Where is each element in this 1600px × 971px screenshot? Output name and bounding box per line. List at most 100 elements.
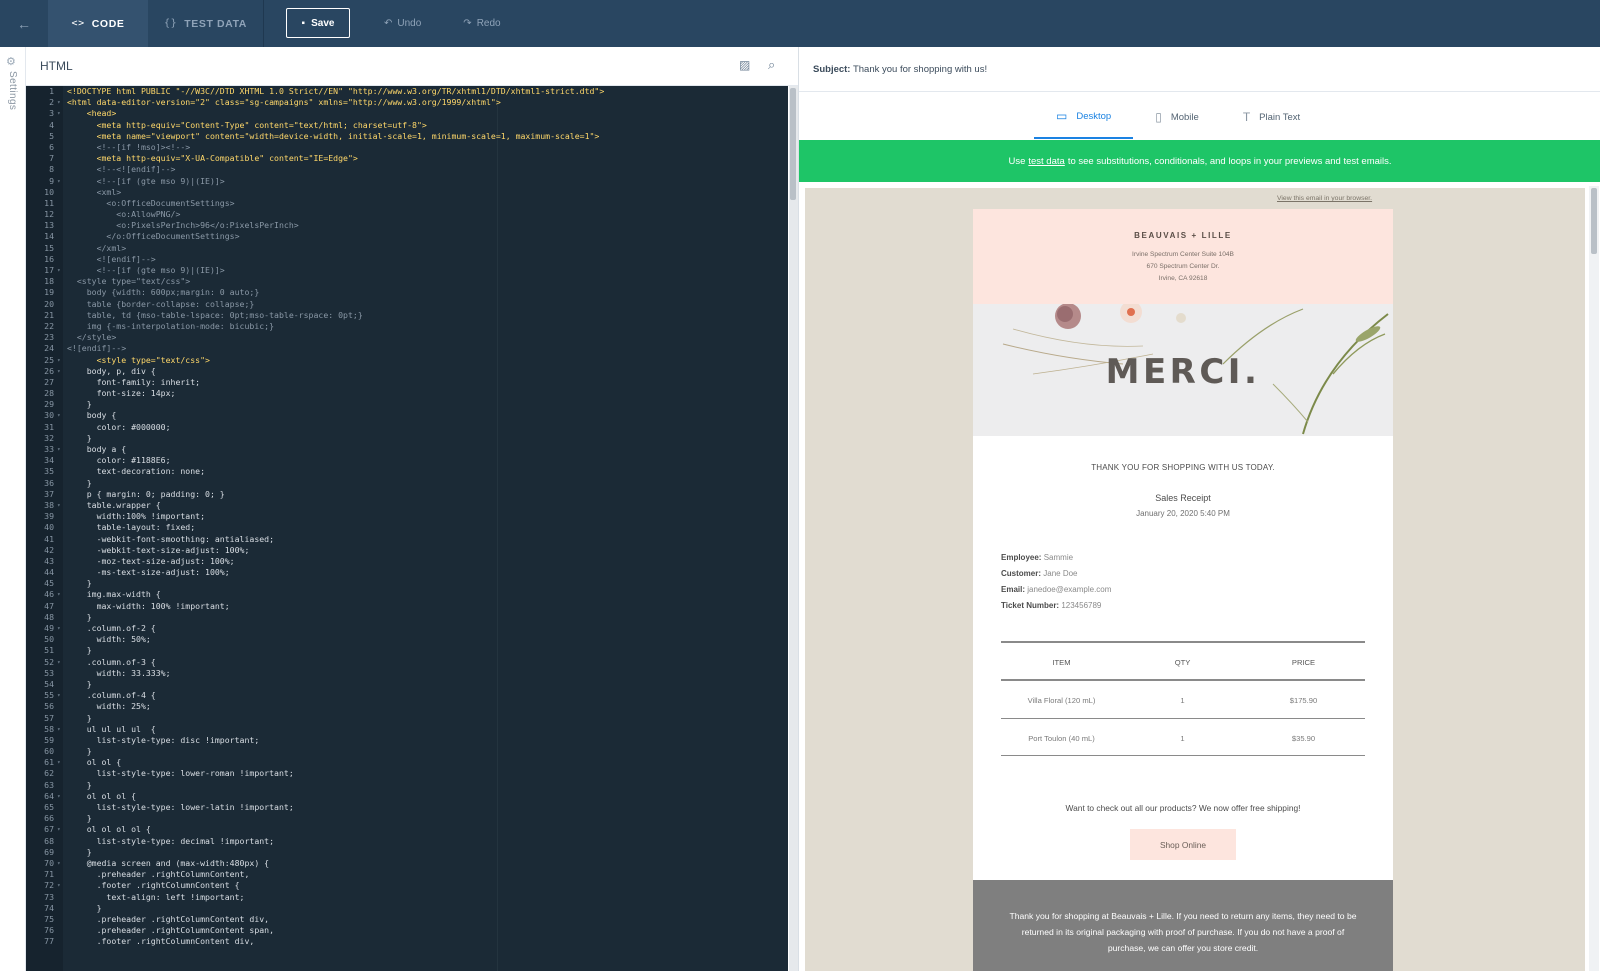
code-line[interactable]: 56 width: 25%; — [26, 701, 788, 712]
code-line[interactable]: 34 color: #1188E6; — [26, 455, 788, 466]
code-line[interactable]: 53 width: 33.333%; — [26, 668, 788, 679]
fold-arrow-icon[interactable]: ▾ — [57, 355, 61, 366]
code-line[interactable]: 15 </xml> — [26, 243, 788, 254]
code-line[interactable]: 42 -webkit-text-size-adjust: 100%; — [26, 545, 788, 556]
search-icon[interactable]: ⌕ — [768, 57, 775, 73]
code-line[interactable]: 22 img {-ms-interpolation-mode: bicubic;… — [26, 321, 788, 332]
code-line[interactable]: 45 } — [26, 578, 788, 589]
code-editor[interactable]: 1 <!DOCTYPE html PUBLIC "-//W3C//DTD XHTM… — [26, 86, 788, 971]
code-line[interactable]: 49 ▾ .column.of-2 { — [26, 623, 788, 634]
fold-arrow-icon[interactable]: ▾ — [57, 824, 61, 835]
code-line[interactable]: 36 } — [26, 478, 788, 489]
code-line[interactable]: 25 ▾ <style type="text/css"> — [26, 355, 788, 366]
code-line[interactable]: 33 ▾ body a { — [26, 444, 788, 455]
fold-arrow-icon[interactable]: ▾ — [57, 757, 61, 768]
code-line[interactable]: 39 width:100% !important; — [26, 511, 788, 522]
code-line[interactable]: 69 } — [26, 847, 788, 858]
code-line[interactable]: 16 <![endif]--> — [26, 254, 788, 265]
settings-rail[interactable]: ⚙ Settings — [0, 47, 26, 971]
code-line[interactable]: 1 <!DOCTYPE html PUBLIC "-//W3C//DTD XHTM… — [26, 86, 788, 97]
code-line[interactable]: 5 <meta name="viewport" content="width=d… — [26, 131, 788, 142]
code-line[interactable]: 21 table, td {mso-table-lspace: 0pt;mso-… — [26, 310, 788, 321]
code-line[interactable]: 67 ▾ ol ol ol ol { — [26, 824, 788, 835]
fold-arrow-icon[interactable]: ▾ — [57, 690, 61, 701]
code-line[interactable]: 52 ▾ .column.of-3 { — [26, 657, 788, 668]
back-button[interactable]: ← — [0, 0, 48, 47]
code-line[interactable]: 74 } — [26, 903, 788, 914]
fold-arrow-icon[interactable]: ▾ — [57, 108, 61, 119]
code-line[interactable]: 70 ▾ @media screen and (max-width:480px) … — [26, 858, 788, 869]
code-line[interactable]: 24 <![endif]--> — [26, 343, 788, 354]
code-line[interactable]: 19 body {width: 600px;margin: 0 auto;} — [26, 287, 788, 298]
code-line[interactable]: 40 table-layout: fixed; — [26, 522, 788, 533]
settings-label[interactable]: Settings — [7, 71, 18, 110]
code-line[interactable]: 30 ▾ body { — [26, 410, 788, 421]
code-line[interactable]: 32 } — [26, 433, 788, 444]
fold-arrow-icon[interactable]: ▾ — [57, 265, 61, 276]
code-line[interactable]: 37 p { margin: 0; padding: 0; } — [26, 489, 788, 500]
test-data-link[interactable]: test data — [1028, 156, 1064, 167]
code-line[interactable]: 77 .footer .rightColumnContent div, — [26, 936, 788, 947]
code-line[interactable]: 57 } — [26, 713, 788, 724]
code-line[interactable]: 18 <style type="text/css"> — [26, 276, 788, 287]
code-line[interactable]: 2 ▾ <html data-editor-version="2" class="s… — [26, 97, 788, 108]
code-line[interactable]: 12 <o:AllowPNG/> — [26, 209, 788, 220]
code-line[interactable]: 60 } — [26, 746, 788, 757]
fold-arrow-icon[interactable]: ▾ — [57, 791, 61, 802]
fold-arrow-icon[interactable]: ▾ — [57, 97, 61, 108]
code-line[interactable]: 35 text-decoration: none; — [26, 466, 788, 477]
code-line[interactable]: 51 } — [26, 645, 788, 656]
code-line[interactable]: 76 .preheader .rightColumnContent span, — [26, 925, 788, 936]
code-line[interactable]: 28 font-size: 14px; — [26, 388, 788, 399]
fold-arrow-icon[interactable]: ▾ — [57, 880, 61, 891]
fold-arrow-icon[interactable]: ▾ — [57, 589, 61, 600]
code-line[interactable]: 50 width: 50%; — [26, 634, 788, 645]
code-line[interactable]: 63 } — [26, 780, 788, 791]
fold-arrow-icon[interactable]: ▾ — [57, 444, 61, 455]
code-line[interactable]: 72 ▾ .footer .rightColumnContent { — [26, 880, 788, 891]
code-line[interactable]: 54 } — [26, 679, 788, 690]
fold-arrow-icon[interactable]: ▾ — [57, 176, 61, 187]
code-line[interactable]: 26 ▾ body, p, div { — [26, 366, 788, 377]
code-line[interactable]: 8 <!--<![endif]--> — [26, 164, 788, 175]
code-line[interactable]: 43 -moz-text-size-adjust: 100%; — [26, 556, 788, 567]
code-line[interactable]: 65 list-style-type: lower-latin !importa… — [26, 802, 788, 813]
code-line[interactable]: 75 .preheader .rightColumnContent div, — [26, 914, 788, 925]
gear-icon[interactable]: ⚙ — [6, 55, 16, 68]
fold-arrow-icon[interactable]: ▾ — [57, 657, 61, 668]
redo-button[interactable]: ↷ Redo — [463, 0, 500, 47]
code-line[interactable]: 47 max-width: 100% !important; — [26, 601, 788, 612]
tab-plain-text[interactable]: T Plain Text — [1221, 95, 1322, 139]
preview-scroll-thumb[interactable] — [1591, 188, 1597, 254]
editor-scrollbar[interactable] — [789, 86, 798, 971]
code-line[interactable]: 62 list-style-type: lower-roman !importa… — [26, 768, 788, 779]
code-line[interactable]: 55 ▾ .column.of-4 { — [26, 690, 788, 701]
code-line[interactable]: 66 } — [26, 813, 788, 824]
editor-scroll-thumb[interactable] — [790, 88, 796, 200]
code-line[interactable]: 6 <!--[if !mso]><!--> — [26, 142, 788, 153]
fold-arrow-icon[interactable]: ▾ — [57, 500, 61, 511]
code-line[interactable]: 27 font-family: inherit; — [26, 377, 788, 388]
image-icon[interactable]: ▨ — [739, 58, 750, 72]
code-line[interactable]: 64 ▾ ol ol ol { — [26, 791, 788, 802]
code-line[interactable]: 20 table {border-collapse: collapse;} — [26, 299, 788, 310]
code-line[interactable]: 23 </style> — [26, 332, 788, 343]
tab-desktop[interactable]: ▭ Desktop — [1034, 95, 1134, 139]
code-line[interactable]: 68 list-style-type: decimal !important; — [26, 836, 788, 847]
code-line[interactable]: 7 <meta http-equiv="X-UA-Compatible" con… — [26, 153, 788, 164]
code-line[interactable]: 14 </o:OfficeDocumentSettings> — [26, 231, 788, 242]
fold-arrow-icon[interactable]: ▾ — [57, 623, 61, 634]
code-line[interactable]: 38 ▾ table.wrapper { — [26, 500, 788, 511]
preview-scrollbar[interactable] — [1589, 186, 1599, 971]
fold-arrow-icon[interactable]: ▾ — [57, 410, 61, 421]
save-button[interactable]: ▪ Save — [286, 8, 350, 38]
shop-online-button[interactable]: Shop Online — [1130, 829, 1236, 860]
code-line[interactable]: 59 list-style-type: disc !important; — [26, 735, 788, 746]
tab-code[interactable]: <> CODE — [48, 0, 148, 47]
code-line[interactable]: 46 ▾ img.max-width { — [26, 589, 788, 600]
fold-arrow-icon[interactable]: ▾ — [57, 366, 61, 377]
code-line[interactable]: 41 -webkit-font-smoothing: antialiased; — [26, 534, 788, 545]
fold-arrow-icon[interactable]: ▾ — [57, 858, 61, 869]
code-line[interactable]: 61 ▾ ol ol { — [26, 757, 788, 768]
code-line[interactable]: 31 color: #000000; — [26, 422, 788, 433]
